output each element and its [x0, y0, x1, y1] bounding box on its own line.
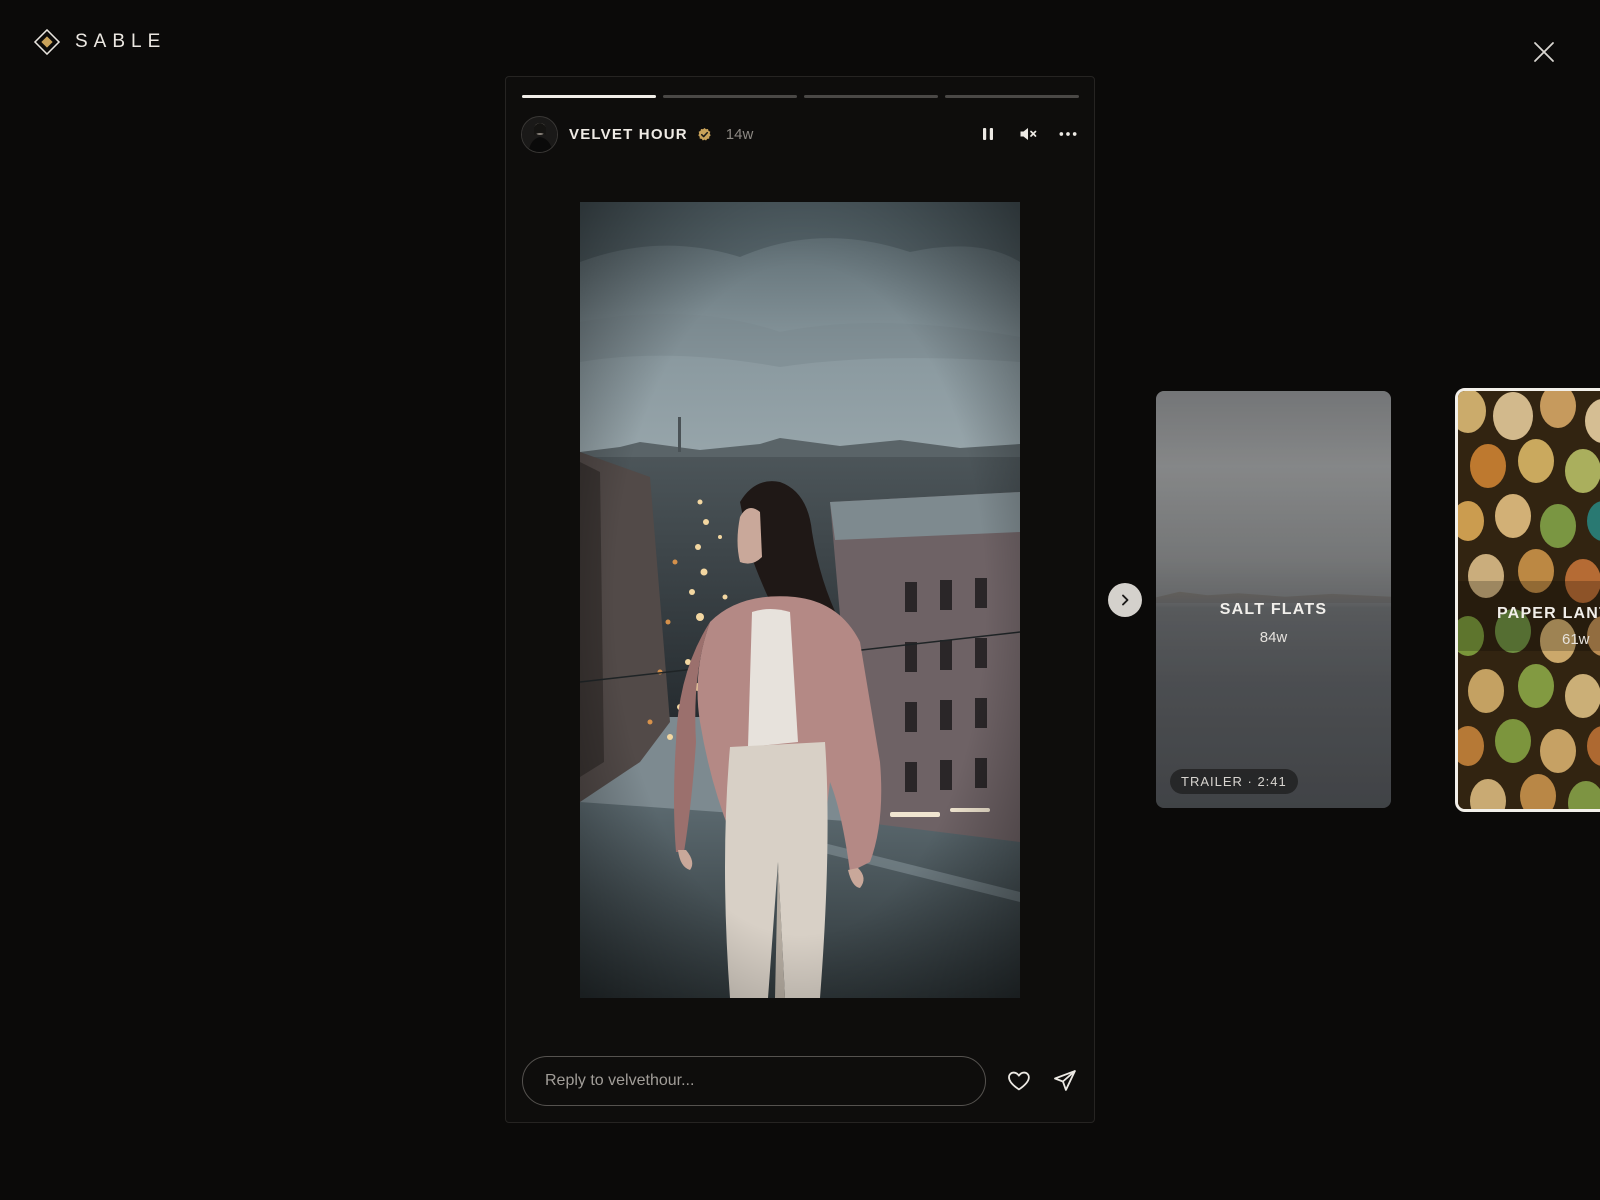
more-options-button[interactable] — [1058, 124, 1078, 144]
card-title: PAPER LANT — [1497, 605, 1600, 622]
story-panel: VELVET HOUR 14w — [505, 76, 1095, 1123]
story-card-salt-flats[interactable]: SALT FLATS 84w TRAILER · 2:41 — [1156, 391, 1391, 808]
more-horizontal-icon — [1059, 132, 1077, 136]
card-age: 61w — [1562, 631, 1590, 648]
next-story-button[interactable] — [1108, 583, 1142, 617]
reply-row — [522, 1056, 1078, 1106]
diamond-logo-icon — [33, 28, 61, 56]
story-card-paper-lanterns[interactable]: PAPER LANT 61w — [1455, 388, 1600, 812]
pause-button[interactable] — [978, 124, 998, 144]
heart-icon[interactable] — [1006, 1068, 1032, 1094]
story-progress — [522, 95, 1079, 99]
trailer-badge: TRAILER · 2:41 — [1170, 769, 1298, 794]
story-controls — [978, 124, 1078, 144]
reply-input[interactable] — [522, 1056, 987, 1106]
card-title: SALT FLATS — [1219, 601, 1328, 618]
mute-button[interactable] — [1018, 124, 1038, 144]
story-viewer: SABLE VELVET HOUR 14w Reply to velvethou… — [0, 0, 1600, 1200]
close-icon — [1534, 42, 1554, 62]
story-header: VELVET HOUR 14w — [521, 115, 1078, 153]
story-age: 14w — [725, 125, 754, 143]
progress-segment — [945, 95, 1079, 98]
story-photo[interactable] — [580, 202, 1020, 998]
brand[interactable]: SABLE — [33, 28, 166, 56]
verified-badge-icon — [698, 127, 711, 140]
send-icon[interactable] — [1052, 1068, 1078, 1094]
progress-segment — [522, 95, 656, 98]
card-age: 84w — [1259, 629, 1288, 646]
chevron-right-icon — [1122, 594, 1129, 606]
progress-segment — [663, 95, 797, 98]
story-author[interactable]: VELVET HOUR — [569, 126, 688, 143]
card-thumbnail — [1458, 391, 1600, 809]
mute-icon — [1020, 128, 1037, 140]
avatar[interactable] — [521, 115, 558, 153]
pause-icon — [983, 128, 993, 140]
close-button[interactable] — [1530, 38, 1558, 66]
progress-segment — [804, 95, 938, 98]
brand-name: SABLE — [75, 31, 167, 52]
